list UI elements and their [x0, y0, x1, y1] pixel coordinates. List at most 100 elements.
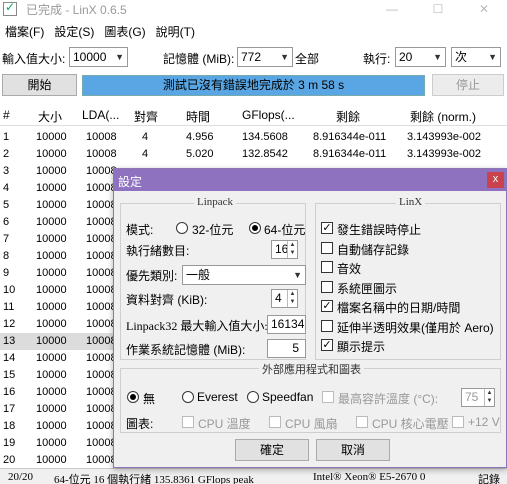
- table-cell: 10: [3, 284, 16, 296]
- table-cell: 3.143993e-002: [407, 148, 482, 160]
- run-unit-combo[interactable]: 次 ▼: [451, 47, 501, 67]
- linx-option-checkbox[interactable]: [321, 280, 333, 293]
- table-cell: 10000: [36, 267, 67, 279]
- all-memory-label: 全部: [295, 52, 320, 66]
- run-count-value: 20: [399, 50, 413, 64]
- col-residual[interactable]: 剩餘: [336, 108, 360, 125]
- mode-32-radio[interactable]: [176, 222, 188, 234]
- threads-spinner[interactable]: 16 ▲ ▼: [271, 240, 298, 259]
- chevron-down-icon: ▼: [433, 52, 442, 62]
- table-cell: 10008: [86, 284, 117, 296]
- chart-cpu-voltage-checkbox[interactable]: [356, 416, 368, 428]
- max-input-field[interactable]: 16134: [267, 315, 306, 334]
- chart-cpu-fan-label: CPU 風扇: [285, 417, 338, 431]
- table-cell: 10000: [36, 148, 67, 160]
- table-cell: 10000: [36, 454, 67, 466]
- priority-combo[interactable]: 一般 ▼: [182, 265, 306, 285]
- table-cell: 10008: [86, 250, 117, 262]
- max-temp-spinner[interactable]: 75 ▲ ▼: [461, 388, 495, 407]
- spin-arrows-icon[interactable]: ▲ ▼: [287, 241, 297, 258]
- linx-option-checkbox[interactable]: ✓: [321, 222, 333, 234]
- col-lda[interactable]: LDA(...: [82, 108, 119, 122]
- os-memory-label: 作業系統記憶體 (MiB):: [126, 343, 246, 357]
- minimize-button[interactable]: —: [369, 0, 415, 18]
- menu-charts[interactable]: 圖表(G): [99, 22, 150, 42]
- chart-cpu-temp-checkbox[interactable]: [182, 416, 194, 428]
- linx-option-checkbox[interactable]: [321, 261, 333, 273]
- mode-64-radio[interactable]: [249, 222, 261, 234]
- maximize-button[interactable]: ☐: [415, 0, 461, 18]
- chart-cpu-fan-checkbox[interactable]: [269, 416, 281, 428]
- start-button[interactable]: 開始: [2, 74, 77, 96]
- os-memory-field[interactable]: 5: [267, 339, 306, 358]
- external-none-radio[interactable]: [127, 391, 139, 403]
- status-summary: 64-位元 16 個執行緒 135.8361 GFlops peak: [54, 474, 254, 484]
- menu-settings[interactable]: 設定(S): [49, 22, 99, 42]
- chevron-down-icon: ▼: [115, 52, 124, 62]
- spin-arrows-icon[interactable]: ▲ ▼: [287, 290, 297, 307]
- table-cell: 14: [3, 352, 16, 364]
- status-bar: 20/20 64-位元 16 個執行緒 135.8361 GFlops peak…: [0, 468, 507, 484]
- col-gflops[interactable]: GFlops(...: [242, 108, 295, 122]
- linx-option-checkbox[interactable]: [321, 319, 333, 332]
- table-cell: 4: [3, 182, 10, 194]
- alignment-value: 4: [275, 291, 282, 305]
- table-row[interactable]: 2 10000 10008 4 5.020 132.8542 8.916344e-011 3.…: [0, 146, 507, 163]
- table-cell: 10000: [36, 131, 67, 143]
- chevron-down-icon: ▼: [280, 52, 289, 62]
- table-cell: 10000: [36, 403, 67, 415]
- table-cell: 10000: [36, 250, 67, 262]
- linx-option-checkbox[interactable]: ✓: [321, 300, 333, 312]
- stop-button[interactable]: 停止: [432, 74, 504, 96]
- alignment-label: 資料對齊 (KiB):: [126, 293, 208, 307]
- memory-label: 記憶體 (MiB):: [163, 52, 235, 66]
- memory-combo[interactable]: 772 ▼: [237, 47, 293, 67]
- run-count-combo[interactable]: 20 ▼: [395, 47, 446, 67]
- table-cell: 10000: [36, 182, 67, 194]
- linx-option-checkbox[interactable]: [321, 241, 333, 254]
- spin-arrows-icon[interactable]: ▲ ▼: [484, 389, 494, 406]
- col-align[interactable]: 對齊: [134, 108, 158, 125]
- results-table-header: # 大小 LDA(... 對齊 時間 GFlops(... 剩餘 剩餘 (nor…: [0, 104, 507, 126]
- external-speedfan-radio[interactable]: [247, 391, 259, 403]
- col-time[interactable]: 時間: [186, 108, 210, 125]
- menu-help[interactable]: 說明(T): [151, 22, 200, 42]
- table-cell: 5: [3, 199, 10, 211]
- ok-button[interactable]: 確定: [235, 439, 309, 461]
- cancel-button[interactable]: 取消: [316, 439, 390, 461]
- max-temp-checkbox[interactable]: [322, 391, 334, 403]
- priority-value: 一般: [186, 268, 211, 282]
- col-residual-norm[interactable]: 剩餘 (norm.): [410, 108, 476, 125]
- table-cell: 9: [3, 267, 10, 279]
- table-cell: 6: [3, 216, 10, 228]
- input-size-combo[interactable]: 10000 ▼: [69, 47, 128, 67]
- linx-group-label: LinX: [396, 196, 426, 208]
- table-cell: 10000: [36, 318, 67, 330]
- chart-12v-checkbox[interactable]: [452, 416, 464, 428]
- table-cell: 16: [3, 386, 16, 398]
- table-cell: 10008: [86, 403, 117, 415]
- dialog-close-button[interactable]: x: [487, 172, 504, 188]
- app-check-icon: [3, 0, 17, 16]
- col-size[interactable]: 大小: [38, 108, 62, 125]
- external-group-label: 外部應用程式和圖表: [259, 361, 364, 377]
- linx-option-label: 顯示提示: [337, 340, 386, 354]
- table-cell: 5.020: [186, 148, 214, 160]
- col-index[interactable]: #: [3, 108, 10, 122]
- max-input-value: 16134: [271, 317, 305, 331]
- menu-file[interactable]: 檔案(F): [0, 22, 49, 42]
- table-cell: 10000: [36, 335, 67, 347]
- input-size-label: 輸入值大小:: [2, 52, 66, 66]
- close-button[interactable]: ✕: [461, 0, 507, 18]
- table-cell: 10008: [86, 318, 117, 330]
- max-temp-label: 最高容許溫度 (°C):: [338, 392, 439, 406]
- threads-label: 執行緒數目:: [126, 244, 190, 258]
- status-log[interactable]: 記錄: [478, 471, 500, 484]
- external-everest-radio[interactable]: [182, 391, 194, 403]
- table-cell: 3.143993e-002: [407, 131, 482, 143]
- table-row[interactable]: 1 10000 10008 4 4.956 134.5608 8.916344e-011 3.…: [0, 129, 507, 146]
- linx-option-checkbox[interactable]: ✓: [321, 339, 333, 351]
- alignment-spinner[interactable]: 4 ▲ ▼: [271, 289, 298, 308]
- table-cell: 10000: [36, 437, 67, 449]
- run-unit-value: 次: [455, 50, 468, 64]
